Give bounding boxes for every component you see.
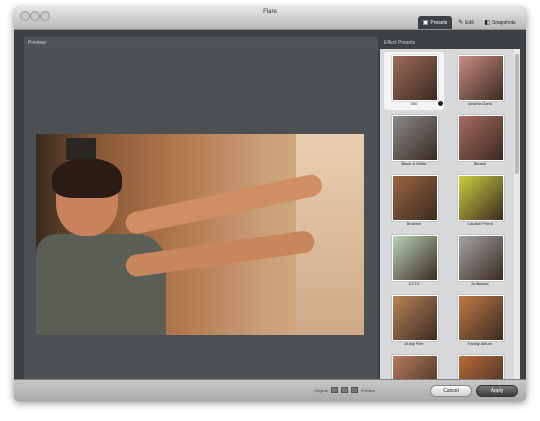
bottom-bar: Original Preview Cancel Apply [14, 379, 526, 401]
preset-thumbnail [458, 235, 504, 281]
compare-split-icon[interactable] [340, 387, 348, 393]
preset-item[interactable] [384, 352, 444, 379]
tab-snapshots-label: Snapshots [492, 19, 516, 26]
preset-item[interactable]: Brownie [384, 172, 444, 230]
preset-item[interactable]: CCTV [384, 232, 444, 290]
cancel-button[interactable]: Cancel [430, 385, 472, 397]
photo-picture-frame [66, 138, 96, 160]
tab-presets-label: Presets [430, 19, 448, 26]
photo-person-body [36, 234, 166, 335]
effect-presets-list[interactable]: 300 Andrea Doria Black & White Bleach Browni… [380, 49, 514, 379]
window-title: Flare [263, 9, 277, 15]
preset-item[interactable]: Family Album [450, 292, 510, 350]
effect-presets-header: Effect Presets [384, 40, 416, 46]
tab-snapshots[interactable]: ◧ Snapshots [480, 16, 520, 29]
compare-preview-icon[interactable] [350, 387, 358, 393]
preset-label: Brownie [406, 221, 422, 226]
preset-item[interactable]: Bleach [450, 112, 510, 170]
snapshots-icon: ◧ [484, 20, 491, 26]
preset-item[interactable]: Black & White [384, 112, 444, 170]
preset-label: CCTV [408, 281, 420, 286]
compare-original-icon[interactable] [330, 387, 338, 393]
preset-item[interactable]: Dusty Film [384, 292, 444, 350]
preset-item[interactable]: Andrea Doria [450, 52, 510, 110]
title-bar: Flare ▣ Presets ✎ Edit ◧ Snapshots [14, 7, 526, 30]
tab-presets[interactable]: ▣ Presets [418, 16, 452, 29]
preview-area [24, 49, 378, 379]
preset-thumbnail [392, 115, 438, 161]
photo-person-arm [124, 229, 316, 278]
preset-item[interactable]: 300 [384, 52, 444, 110]
preview-header: Preview [24, 37, 378, 49]
presets-scrollbar[interactable] [514, 49, 520, 379]
preset-item[interactable]: Driftwood [450, 232, 510, 290]
edit-icon: ✎ [458, 20, 464, 26]
preset-label: Andrea Doria [468, 101, 492, 106]
preview-photo [36, 134, 364, 335]
apply-button[interactable]: Apply [476, 385, 518, 397]
main-area: Preview Effect Presets 300 Andrea Doria Bl… [14, 30, 526, 379]
preset-item[interactable] [450, 352, 510, 379]
preset-label: Caution Prinnt [467, 221, 493, 226]
preset-thumbnail [392, 295, 438, 341]
compare-toggle[interactable]: Original Preview [314, 387, 375, 393]
preset-label: Family Album [467, 341, 492, 346]
preset-label: Driftwood [471, 281, 489, 286]
tab-edit-label: Edit [465, 19, 474, 26]
photo-person-arm [123, 172, 324, 236]
preset-thumbnail [392, 175, 438, 221]
preset-thumbnail [458, 175, 504, 221]
photo-person-hair [52, 158, 122, 198]
preset-label: Dusty Film [404, 341, 424, 346]
preset-thumbnail [458, 355, 504, 379]
preset-item[interactable]: Caution Prinnt [450, 172, 510, 230]
presets-icon: ▣ [422, 20, 429, 26]
app-window: Flare ▣ Presets ✎ Edit ◧ Snapshots Previ… [14, 7, 526, 401]
compare-original-label: Original [314, 387, 328, 393]
preset-thumbnail [458, 295, 504, 341]
selected-check-icon [437, 100, 444, 107]
preset-thumbnail [392, 235, 438, 281]
preset-label: Bleach [473, 161, 487, 166]
preset-thumbnail [458, 115, 504, 161]
preset-thumbnail [392, 355, 438, 379]
preset-thumbnail [458, 55, 504, 101]
preset-thumbnail [392, 55, 438, 101]
preset-label: Black & White [401, 161, 427, 166]
presets-scroll-thumb[interactable] [515, 54, 519, 174]
tab-edit[interactable]: ✎ Edit [454, 16, 478, 29]
preset-label: 300 [410, 101, 418, 106]
compare-preview-label: Preview [360, 387, 376, 393]
